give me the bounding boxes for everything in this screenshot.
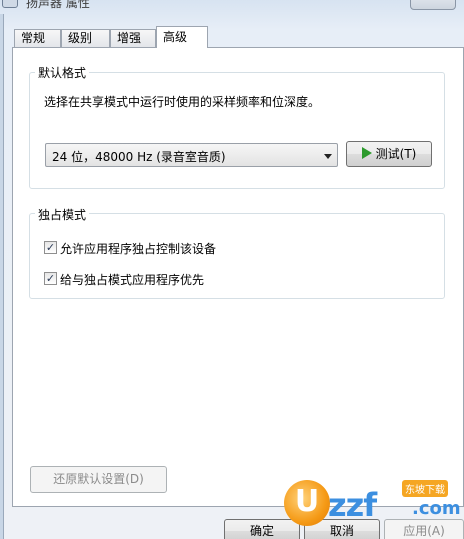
dialog-window: 扬声器 属性 常规 级别 增强 高级 默认格式 选择在共享模式中运行时使用的采样…	[0, 0, 464, 539]
ok-label: 确定	[249, 524, 274, 538]
exclusive-priority-label: 给与独占模式应用程序优先	[60, 273, 205, 287]
restore-defaults-label: 还原默认设置(D)	[53, 472, 144, 486]
sample-rate-value: 24 位，48000 Hz (录音室音质)	[52, 150, 226, 164]
tab-enhancements[interactable]: 增强	[110, 29, 156, 47]
default-format-description: 选择在共享模式中运行时使用的采样频率和位深度。	[44, 95, 321, 109]
test-button[interactable]: 测试(T)	[346, 141, 432, 167]
tab-general[interactable]: 常规	[14, 29, 61, 47]
window-border	[0, 14, 4, 539]
tab-label: 常规	[21, 31, 46, 45]
default-format-group	[29, 72, 445, 189]
window-title: 扬声器 属性	[26, 0, 90, 10]
play-icon	[361, 147, 372, 159]
watermark-logo: U	[284, 480, 330, 526]
sample-rate-dropdown[interactable]: 24 位，48000 Hz (录音室音质)	[45, 143, 338, 167]
tab-levels[interactable]: 级别	[61, 29, 110, 47]
site-watermark: U zzf 东坡下载 .com	[282, 478, 464, 528]
close-button[interactable]	[410, 0, 456, 10]
watermark-suffix: .com	[412, 498, 461, 519]
watermark-text: zzf	[328, 486, 377, 524]
tab-label: 高级	[163, 30, 188, 44]
allow-exclusive-control-checkbox[interactable]: ✓	[44, 241, 57, 254]
restore-defaults-button[interactable]: 还原默认设置(D)	[30, 466, 167, 493]
tab-label: 增强	[117, 31, 142, 45]
watermark-badge: 东坡下载	[402, 480, 448, 497]
exclusive-priority-checkbox[interactable]: ✓	[44, 272, 57, 285]
exclusive-mode-label: 独占模式	[35, 206, 90, 223]
title-bar: 扬声器 属性	[0, 0, 464, 14]
tab-label: 级别	[68, 31, 93, 45]
speaker-icon	[2, 0, 18, 8]
test-button-label: 测试(T)	[375, 147, 417, 161]
tab-advanced[interactable]: 高级	[156, 26, 208, 48]
allow-exclusive-control-label: 允许应用程序独占控制该设备	[60, 242, 217, 256]
chevron-down-icon	[324, 154, 332, 159]
default-format-label: 默认格式	[35, 64, 90, 81]
